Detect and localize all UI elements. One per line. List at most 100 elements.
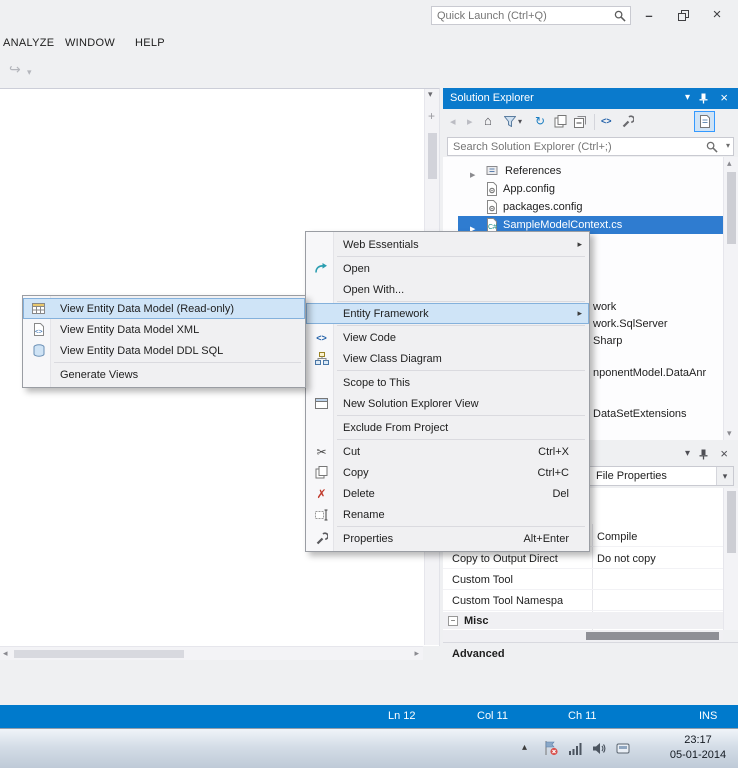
forward-icon[interactable]: ▸ bbox=[467, 115, 473, 128]
scroll-down-icon[interactable]: ▾ bbox=[727, 428, 732, 439]
menu-item-view-edm-xml[interactable]: <> View Entity Data Model XML bbox=[23, 319, 305, 340]
database-icon bbox=[30, 342, 47, 359]
menu-item-copy[interactable]: Copy Ctrl+C bbox=[306, 462, 589, 483]
scroll-left-icon[interactable]: ◂ bbox=[3, 648, 8, 659]
back-icon[interactable]: ◂ bbox=[450, 115, 456, 128]
scrollbar-thumb[interactable] bbox=[586, 632, 719, 640]
code-view-icon[interactable]: <> bbox=[601, 116, 612, 126]
quick-launch-box[interactable] bbox=[431, 6, 631, 25]
csharp-file-icon: C# bbox=[486, 218, 498, 232]
quick-launch-input[interactable] bbox=[432, 7, 610, 24]
pin-icon[interactable] bbox=[698, 93, 709, 104]
status-bar: Ln 12 Col 11 Ch 11 INS bbox=[0, 705, 738, 728]
menu-item-view-edm-ddl-sql[interactable]: View Entity Data Model DDL SQL bbox=[23, 340, 305, 361]
menu-item-rename[interactable]: Rename bbox=[306, 504, 589, 525]
tree-item-packages-config[interactable]: packages.config bbox=[443, 198, 723, 216]
config-file-icon bbox=[486, 200, 498, 214]
preview-selected-items-button[interactable] bbox=[694, 111, 715, 132]
copy-icon bbox=[313, 464, 330, 481]
collapse-all-icon[interactable] bbox=[574, 115, 587, 128]
scrollbar-thumb[interactable] bbox=[428, 133, 437, 179]
scrollbar-thumb[interactable] bbox=[727, 491, 736, 553]
input-indicator-icon[interactable] bbox=[616, 742, 630, 755]
show-all-files-icon[interactable] bbox=[554, 115, 567, 128]
search-icon[interactable] bbox=[706, 141, 718, 153]
scrollbar-thumb[interactable] bbox=[14, 650, 184, 658]
tree-vscrollbar[interactable]: ▴ ▾ bbox=[723, 157, 738, 440]
category-row[interactable]: − Misc bbox=[443, 612, 723, 629]
combo-dropdown-button[interactable]: ▾ bbox=[716, 467, 733, 485]
solution-explorer-toolbar: ◂ ▸ ⌂ ▾ ↻ <> bbox=[443, 109, 738, 135]
tree-item-label-clipped: Sharp bbox=[593, 335, 623, 347]
menu-item-delete[interactable]: ✗ Delete Del bbox=[306, 483, 589, 504]
speaker-icon[interactable] bbox=[592, 742, 606, 755]
solution-explorer-search-box[interactable]: ▾ bbox=[447, 137, 734, 156]
property-row[interactable]: Custom Tool Namespa bbox=[443, 592, 723, 611]
scrollbar-grip-icon[interactable]: + bbox=[428, 109, 435, 123]
search-dropdown-icon[interactable]: ▾ bbox=[726, 141, 730, 150]
scroll-right-icon[interactable]: ▸ bbox=[414, 648, 419, 659]
network-signal-icon[interactable] bbox=[568, 742, 583, 755]
menu-item-properties[interactable]: Properties Alt+Enter bbox=[306, 528, 589, 549]
property-row[interactable]: Custom Tool bbox=[443, 571, 723, 590]
menu-help[interactable]: HELP bbox=[135, 37, 165, 49]
scrollbar-thumb[interactable] bbox=[727, 172, 736, 244]
tray-clock[interactable]: 23:17 05-01-2014 bbox=[660, 733, 736, 765]
properties-help-area: Advanced bbox=[443, 642, 738, 705]
refresh-icon[interactable]: ↻ bbox=[535, 114, 545, 128]
editor-hscrollbar[interactable]: ◂ ▸ bbox=[0, 646, 423, 660]
menubar: ANALYZE WINDOW HELP bbox=[0, 30, 738, 56]
menu-window[interactable]: WINDOW bbox=[65, 37, 115, 49]
home-icon[interactable]: ⌂ bbox=[484, 113, 492, 128]
property-row[interactable]: Copy to Output Direct Do not copy bbox=[443, 550, 723, 569]
filter-dropdown-icon[interactable]: ▾ bbox=[518, 117, 522, 126]
window-menu-icon[interactable]: ▾ bbox=[685, 92, 690, 103]
grid-hscrollbar[interactable] bbox=[443, 630, 723, 642]
menu-item-cut[interactable]: ✂ Cut Ctrl+X bbox=[306, 441, 589, 462]
menu-item-view-class-diagram[interactable]: View Class Diagram bbox=[306, 348, 589, 369]
toolbar-separator bbox=[594, 114, 595, 130]
vs-window: – × ANALYZE WINDOW HELP ↪ ▾ ▾ + ◂ ▸ Solu… bbox=[0, 0, 738, 768]
window-menu-icon[interactable]: ▾ bbox=[685, 448, 690, 459]
status-line: Ln 12 bbox=[388, 710, 416, 722]
menu-item-scope-to-this[interactable]: Scope to This bbox=[306, 372, 589, 393]
restore-button[interactable] bbox=[671, 5, 695, 25]
menu-item-open-with[interactable]: Open With... bbox=[306, 279, 589, 300]
properties-wrench-icon[interactable] bbox=[621, 115, 634, 128]
property-label: Custom Tool Namespa bbox=[452, 595, 564, 607]
menu-item-view-edm-readonly[interactable]: View Entity Data Model (Read-only) bbox=[23, 298, 305, 319]
navigate-forward-icon[interactable]: ↪ bbox=[9, 61, 21, 78]
menu-item-view-code[interactable]: <> View Code bbox=[306, 327, 589, 348]
grid-vscrollbar[interactable] bbox=[723, 488, 738, 630]
filter-icon[interactable] bbox=[504, 116, 516, 127]
search-icon[interactable] bbox=[614, 10, 626, 22]
menu-item-new-solution-explorer-view[interactable]: New Solution Explorer View bbox=[306, 393, 589, 414]
close-icon[interactable]: × bbox=[720, 446, 728, 461]
action-center-flag-icon[interactable] bbox=[543, 740, 559, 756]
solution-search-input[interactable] bbox=[448, 138, 703, 155]
show-hidden-icons-button[interactable]: ▴ bbox=[522, 742, 527, 753]
menu-analyze[interactable]: ANALYZE bbox=[3, 37, 54, 49]
class-diagram-icon bbox=[313, 350, 330, 367]
tree-item-label: App.config bbox=[503, 183, 555, 195]
scroll-up-icon[interactable]: ▴ bbox=[727, 158, 732, 169]
menu-item-generate-views[interactable]: Generate Views bbox=[23, 364, 305, 385]
menu-item-open[interactable]: Open bbox=[306, 258, 589, 279]
close-icon[interactable]: × bbox=[720, 90, 728, 105]
open-icon bbox=[313, 260, 330, 277]
tree-item-app-config[interactable]: App.config bbox=[443, 180, 723, 198]
menu-separator bbox=[337, 526, 585, 527]
clock-time: 23:17 bbox=[684, 734, 712, 746]
split-dropdown-icon[interactable]: ▾ bbox=[428, 89, 433, 100]
pin-icon[interactable] bbox=[698, 449, 709, 460]
menu-item-entity-framework[interactable]: Entity Framework ▸ bbox=[306, 303, 589, 324]
close-button[interactable]: × bbox=[705, 4, 729, 24]
menu-item-web-essentials[interactable]: Web Essentials ▸ bbox=[306, 234, 589, 255]
menu-item-exclude-from-project[interactable]: Exclude From Project bbox=[306, 417, 589, 438]
collapse-box-icon[interactable]: − bbox=[448, 615, 458, 626]
minimize-button[interactable]: – bbox=[637, 5, 661, 25]
toolbar-dropdown-icon[interactable]: ▾ bbox=[27, 67, 32, 78]
tree-item-references[interactable]: ▶ References bbox=[443, 162, 723, 180]
tree-item-label: References bbox=[505, 165, 562, 177]
solution-explorer-header[interactable]: Solution Explorer ▾ × bbox=[443, 88, 738, 109]
